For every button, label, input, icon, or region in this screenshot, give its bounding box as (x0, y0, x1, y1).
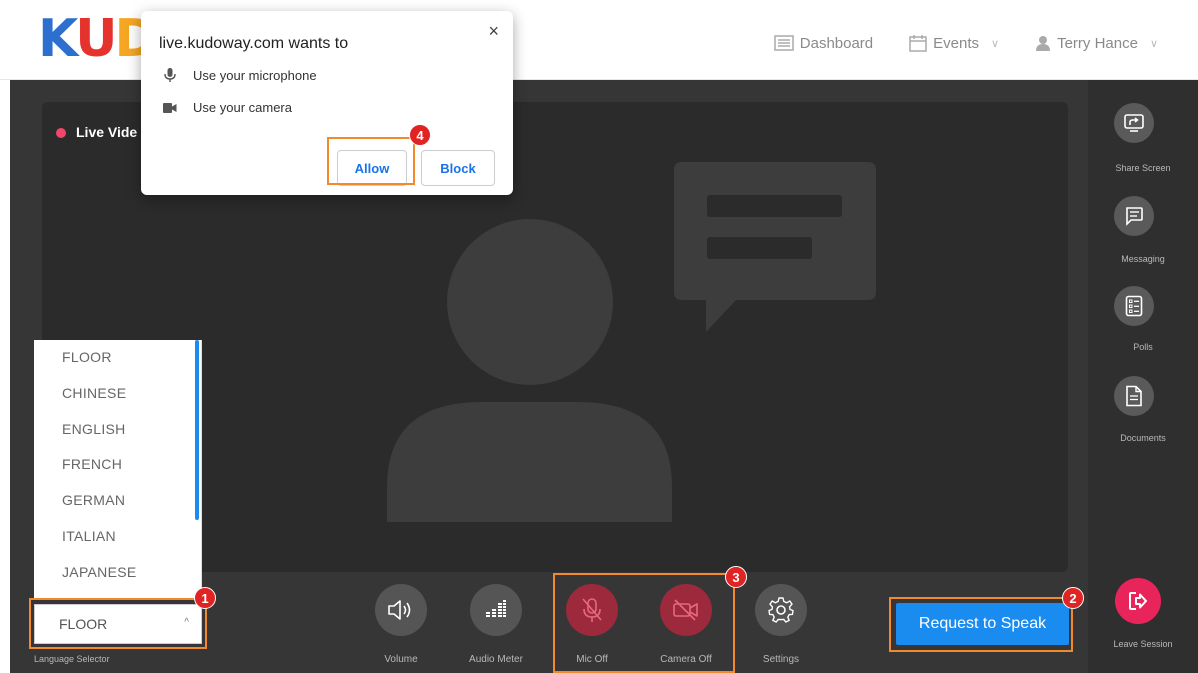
messaging-label: Messaging (1121, 254, 1165, 264)
documents-label: Documents (1120, 433, 1166, 443)
documents-button[interactable] (1114, 376, 1154, 416)
language-option-italian[interactable]: ITALIAN (34, 519, 201, 555)
share-screen-button[interactable] (1114, 103, 1154, 143)
audio-meter-icon (486, 600, 506, 617)
highlight-box-2 (889, 597, 1073, 652)
polls-label: Polls (1133, 342, 1153, 352)
microphone-icon (164, 68, 176, 82)
volume-button[interactable] (375, 584, 427, 636)
settings-button[interactable] (755, 584, 807, 636)
user-menu[interactable]: Terry Hance ∨ (1035, 35, 1158, 52)
document-icon (1126, 385, 1142, 407)
language-option-german[interactable]: GERMAN (34, 483, 201, 519)
step-badge-4: 4 (409, 124, 431, 146)
share-screen-label: Share Screen (1115, 163, 1171, 173)
step-badge-3: 3 (725, 566, 747, 588)
language-dropdown-list: FLOOR CHINESE ENGLISH FRENCH GERMAN ITAL… (34, 340, 202, 598)
step-badge-1: 1 (194, 587, 216, 609)
permission-camera-row: Use your camera (163, 100, 292, 115)
settings-label: Settings (762, 654, 800, 665)
leave-session-label: Leave Session (1113, 639, 1173, 649)
calendar-icon (909, 35, 927, 52)
dropdown-scrollbar[interactable] (195, 340, 199, 520)
audio-meter-button[interactable] (470, 584, 522, 636)
highlight-box-1 (29, 598, 207, 649)
messaging-button[interactable] (1114, 196, 1154, 236)
nav-events[interactable]: Events ∨ (909, 34, 999, 52)
chevron-down-icon: ∨ (1149, 37, 1158, 50)
permission-microphone-row: Use your microphone (163, 67, 317, 83)
language-selector-label: Language Selector (34, 654, 110, 664)
language-option-japanese[interactable]: JAPANESE (34, 555, 201, 591)
language-option-french[interactable]: FRENCH (34, 447, 201, 483)
video-camera-icon (163, 102, 177, 113)
highlight-box-4 (327, 137, 415, 185)
speaker-icon (388, 600, 411, 620)
top-nav: Dashboard Events ∨ Terry Hance ∨ (774, 34, 1158, 52)
close-icon[interactable]: × (488, 21, 499, 42)
gear-icon (768, 597, 794, 623)
message-icon (1126, 207, 1143, 226)
highlight-box-3 (553, 573, 735, 673)
language-option-floor[interactable]: FLOOR (34, 340, 201, 376)
exit-icon (1129, 592, 1147, 610)
poll-icon (1125, 295, 1143, 317)
nav-dashboard[interactable]: Dashboard (774, 35, 873, 52)
block-button[interactable]: Block (421, 150, 495, 186)
volume-label: Volume (384, 654, 418, 665)
audio-meter-label: Audio Meter (469, 654, 523, 665)
language-option-english[interactable]: ENGLISH (34, 412, 201, 448)
share-screen-icon (1124, 114, 1144, 132)
user-icon (1036, 36, 1051, 51)
dashboard-icon (774, 35, 794, 51)
chevron-down-icon: ∨ (991, 37, 1000, 50)
leave-session-button[interactable] (1115, 578, 1161, 624)
step-badge-2: 2 (1062, 587, 1084, 609)
language-option-chinese[interactable]: CHINESE (34, 376, 201, 412)
permission-dialog-title: live.kudoway.com wants to (159, 35, 349, 52)
polls-button[interactable] (1114, 286, 1154, 326)
kudo-logo[interactable]: KUD (38, 13, 158, 65)
